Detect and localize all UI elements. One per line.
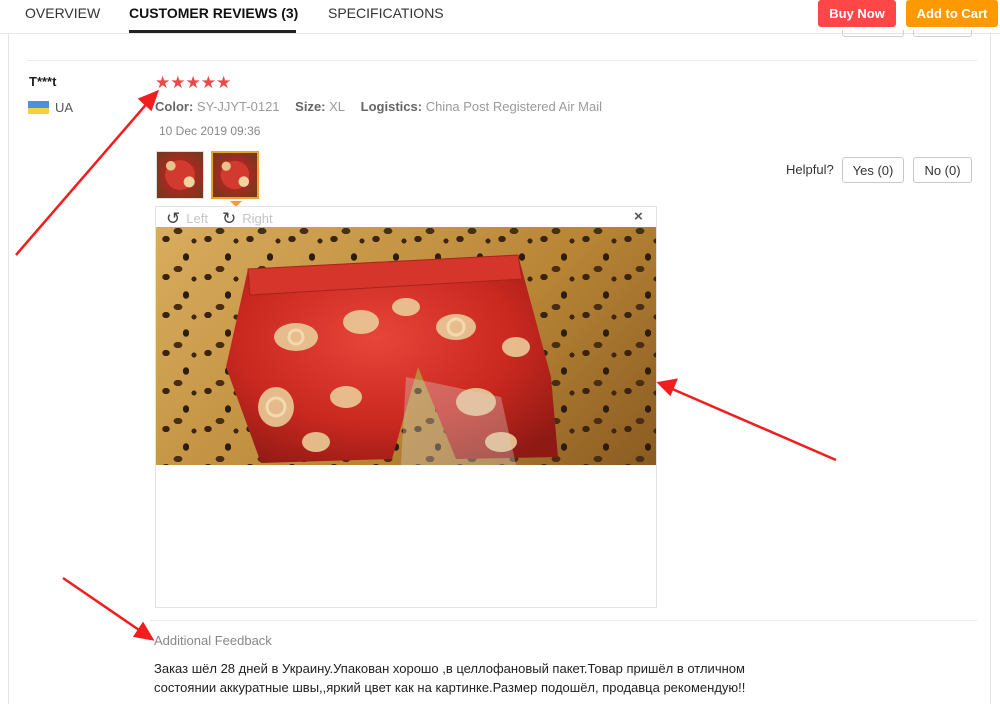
additional-feedback-text: Заказ шёл 28 дней в Украину.Упакован хор…	[154, 661, 746, 695]
product-tab-bar: OVERVIEW CUSTOMER REVIEWS (3) SPECIFICAT…	[0, 0, 1000, 34]
review-photo-thumbnail[interactable]	[156, 151, 204, 199]
reviewer-country: UA	[55, 100, 74, 115]
rotate-left-button[interactable]: ↺ Left	[166, 210, 208, 227]
feedback-divider	[150, 620, 977, 621]
add-to-cart-button[interactable]: Add to Cart	[906, 0, 998, 27]
rotate-right-button[interactable]: ↻ Right	[222, 210, 273, 227]
rotate-left-icon: ↺	[166, 209, 181, 228]
ukraine-flag-icon	[28, 101, 49, 114]
rotate-left-label: Left	[186, 211, 208, 226]
logistics-label: Logistics:	[360, 99, 423, 114]
tab-overview[interactable]: OVERVIEW	[25, 5, 100, 21]
rotate-right-label: Right	[242, 211, 273, 226]
review-attributes: Color: SY-JJYT-0121 Size: XL Logistics: …	[155, 99, 602, 114]
photo-thumbnail-image	[157, 152, 203, 198]
rotate-right-icon: ↻	[222, 209, 237, 228]
photo-thumbnail-image	[213, 153, 257, 197]
close-viewer-icon[interactable]: ×	[634, 208, 643, 225]
review-divider	[27, 60, 977, 61]
size-value: XL	[329, 99, 346, 114]
review-photo-thumbnail-selected[interactable]	[211, 151, 259, 199]
helpful-yes-button[interactable]: Yes (0)	[842, 157, 904, 183]
color-label: Color:	[155, 99, 194, 114]
arrow-to-photo	[669, 386, 837, 462]
previous-review-yes-button[interactable]	[842, 30, 904, 37]
logistics-value: China Post Registered Air Mail	[425, 99, 602, 114]
content-border-left	[8, 34, 9, 704]
previous-review-no-button[interactable]	[913, 30, 972, 37]
arrow-head-feedback	[132, 621, 155, 641]
review-photo-large	[156, 227, 656, 465]
active-tab-indicator	[129, 30, 296, 33]
red-shorts-photo-illustration	[226, 254, 558, 465]
star-rating: ★★★★★	[155, 73, 232, 92]
arrow-to-stars	[15, 99, 151, 256]
buy-now-button[interactable]: Buy Now	[818, 0, 896, 27]
size-label: Size:	[295, 99, 326, 114]
helpful-label: Helpful?	[786, 162, 834, 177]
helpful-no-button[interactable]: No (0)	[913, 157, 972, 183]
tab-customer-reviews[interactable]: CUSTOMER REVIEWS (3)	[129, 5, 298, 21]
tab-specifications[interactable]: SPECIFICATIONS	[328, 5, 444, 21]
color-value: SY-JJYT-0121	[196, 99, 280, 114]
content-border-right	[990, 34, 991, 704]
photo-viewer: ↺ Left ↻ Right ×	[155, 206, 657, 608]
arrow-to-feedback	[62, 576, 143, 634]
arrow-head-photo	[656, 378, 679, 397]
additional-feedback-title: Additional Feedback	[154, 633, 272, 648]
reviewer-name: T***t	[29, 74, 57, 89]
review-date: 10 Dec 2019 09:36	[159, 124, 261, 138]
